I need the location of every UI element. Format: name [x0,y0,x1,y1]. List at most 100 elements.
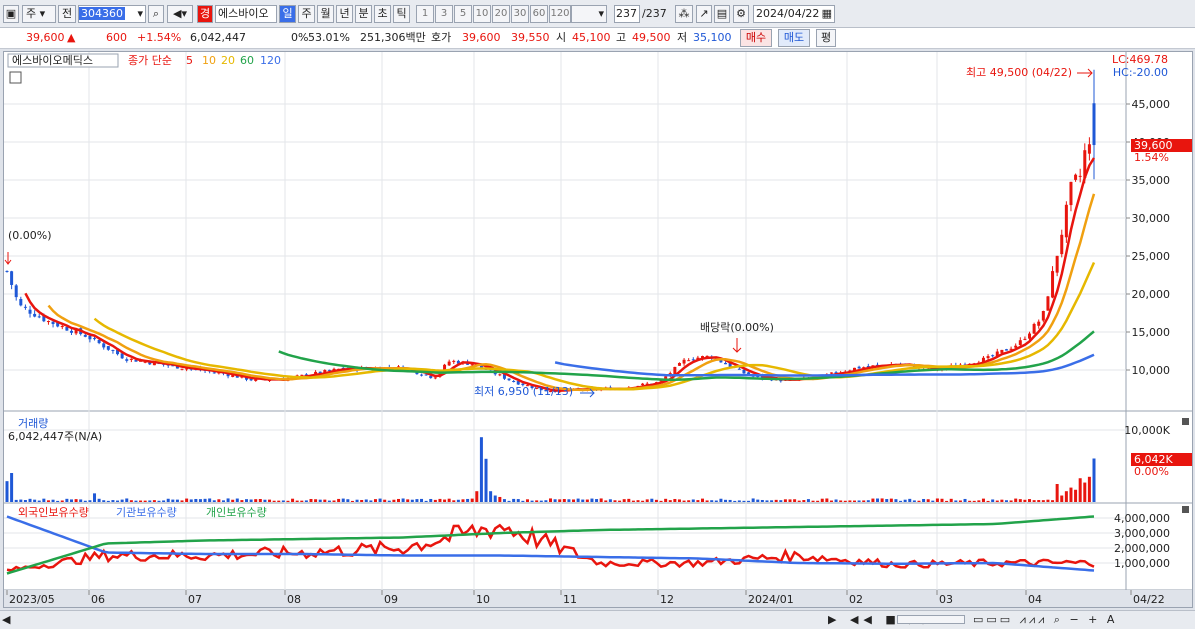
volume-bar [332,500,336,502]
search-icon[interactable]: ⌕ [148,5,164,23]
candle-body [1051,271,1055,298]
volume-bar [1051,500,1055,502]
volume-bar [392,499,396,502]
volume-bar [1046,499,1050,502]
volume-bar [415,499,419,502]
volume-bar [751,498,755,502]
volume-bar [360,499,364,502]
volume-bar [291,498,295,502]
change-pct: +1.54% [137,31,182,44]
volume-bar [37,500,41,502]
prev-button[interactable]: 전 [58,5,76,23]
volume-bar [876,498,880,502]
minute-option-4[interactable]: 20 [492,5,510,23]
period-tab-6[interactable]: 틱 [393,5,410,23]
volume-bar [664,498,668,502]
volume-bar [387,500,391,502]
volume-bar [825,498,829,502]
minute-option-7[interactable]: 120 [549,5,571,23]
warning-badge: 경 [197,5,213,23]
candle-body [212,372,216,374]
candle-body [512,380,516,382]
volume-bar [654,499,658,502]
volume-bar [839,500,843,502]
volume-bar [1028,499,1032,502]
volume-bar [728,499,732,502]
volume-bar [175,499,179,502]
volume-bar [549,498,552,502]
candle-body [1032,323,1036,334]
volume-bar [143,500,147,502]
candle-body [33,313,37,317]
code-input[interactable]: 304360 ▾ [78,5,146,23]
draw-icon[interactable]: ↗ [696,5,712,23]
volume-bar [631,500,635,502]
volume-bar [198,499,202,502]
date-input[interactable]: 2024/04/22 ▦ [753,5,835,23]
candle-body [106,346,110,350]
price-tick-label: 15,000 [1132,326,1171,339]
volume-bar [889,498,893,502]
minute-option-5[interactable]: 30 [511,5,529,23]
zoom-slider[interactable] [897,615,965,624]
volume-bar [461,499,465,502]
open-value: 45,100 [572,31,611,44]
minute-option-0[interactable]: 1 [416,5,434,23]
chart-area[interactable]: 45,00040,00035,00030,00025,00020,00015,0… [3,51,1193,608]
volume-bar [194,498,198,502]
period-tab-2[interactable]: 월 [317,5,334,23]
holding-tick-label: 2,000,000 [1114,542,1170,555]
calendar-icon[interactable]: ▦ [822,6,832,22]
volume-bar [226,498,230,502]
pane-close-icon [1182,418,1189,425]
period-tab-4[interactable]: 분 [355,5,372,23]
period-tab-5[interactable]: 초 [374,5,391,23]
candle-body [1037,321,1041,326]
minute-dropdown[interactable]: ▾ [571,5,607,23]
volume-bar [314,499,318,502]
volume-bar [677,499,681,502]
volume-bar [991,499,995,502]
speaker-icon[interactable]: ◀▾ [167,5,193,23]
buy-button[interactable]: 매수 [740,29,772,47]
candle-body [14,285,18,298]
volume-bar [567,499,571,502]
save-icon[interactable]: ▤ [714,5,730,23]
gear-icon[interactable]: ⚙ [733,5,749,23]
view-icons[interactable]: ▭▭▭ ⩘⩘⩘ ⌕ − + A [973,613,1117,627]
volume-bar [258,498,262,502]
layout-icon[interactable]: ▣ [3,5,19,23]
market-select[interactable]: 주 ▾ [22,5,56,23]
stock-chart-window: ▣ 주 ▾ 전 304360 ▾ ⌕ ◀▾ 경 에스바이오 일주월년분초틱 135… [0,0,1195,629]
volume-bar [512,498,516,502]
candle-body [420,374,424,376]
candle-body [1087,144,1091,154]
period-tab-1[interactable]: 주 [298,5,315,23]
candle-body [641,383,645,386]
sell-button[interactable]: 매도 [778,29,810,47]
volume-bar [945,500,949,502]
minute-option-1[interactable]: 3 [435,5,453,23]
period-tab-3[interactable]: 년 [336,5,353,23]
scroll-left-icon[interactable]: ◀ [2,613,10,626]
volume-bar [111,500,115,502]
minute-option-3[interactable]: 10 [473,5,491,23]
minute-option-2[interactable]: 5 [454,5,472,23]
scroll-icon[interactable]: ⁂ [675,5,693,23]
count-input[interactable]: 237 [614,5,640,23]
minute-option-6[interactable]: 60 [530,5,548,23]
pane-close-icon-2 [1182,506,1189,513]
period-tab-0[interactable]: 일 [279,5,296,23]
avg-button[interactable]: 평 [816,29,836,47]
volume-bar [885,499,889,502]
volume-bar [659,500,663,502]
candle-body [507,378,511,381]
volume-bar [116,500,120,502]
left-note: (0.00%) [8,229,52,242]
volume-bar [304,500,308,502]
bottom-scrollbar[interactable]: ◀ ▶ ◀◀ ■ ▶▶ ▭▭▭ ⩘⩘⩘ ⌕ − + A [0,610,1195,629]
candle-body [69,330,73,333]
volume-bar [341,498,345,502]
volume-bar [433,499,437,502]
volume-bar [79,499,83,502]
